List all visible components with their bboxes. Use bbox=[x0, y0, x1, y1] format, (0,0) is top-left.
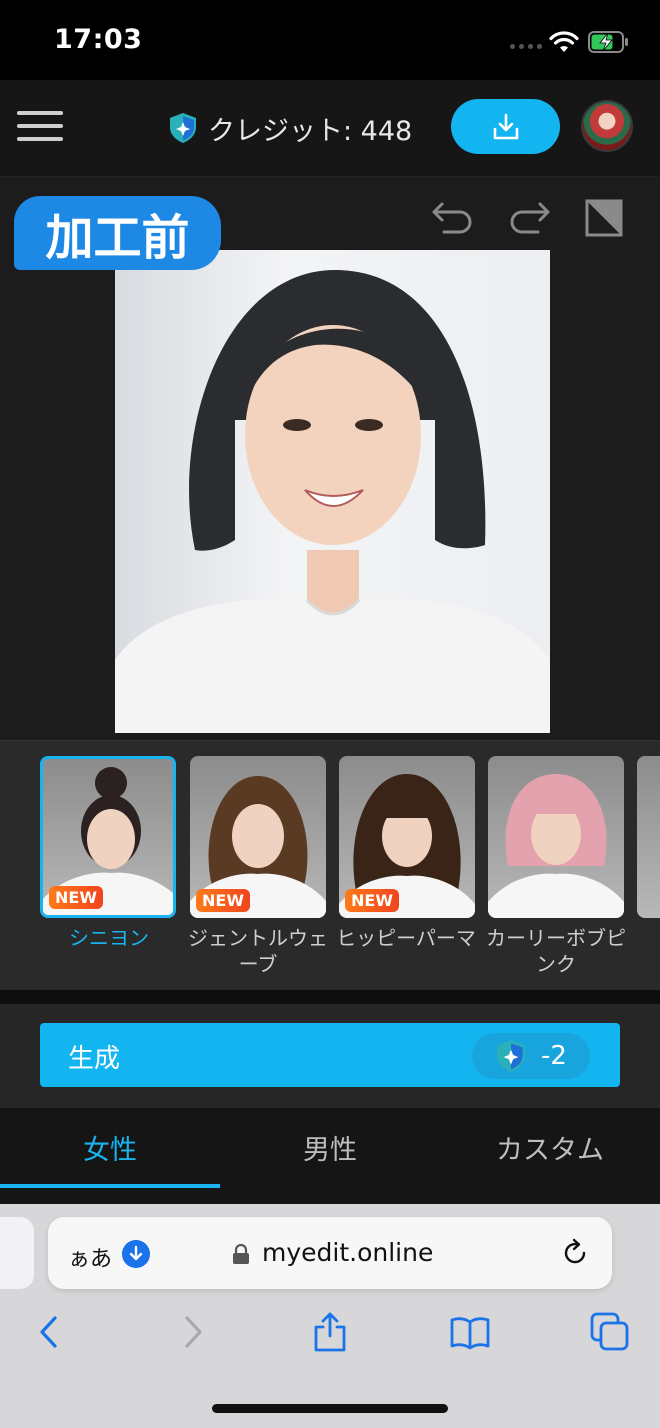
reload-icon[interactable] bbox=[560, 1238, 590, 1268]
status-time: 17:03 bbox=[54, 24, 143, 55]
style-label: ジェントルウェーブ bbox=[188, 926, 328, 976]
style-card-curly-bob-pink[interactable] bbox=[488, 756, 624, 918]
credit-cost-pill: -2 bbox=[472, 1033, 590, 1079]
home-indicator bbox=[212, 1404, 448, 1413]
new-badge: NEW bbox=[345, 889, 399, 912]
lock-icon bbox=[233, 1243, 249, 1264]
style-card-chignon[interactable]: NEW bbox=[40, 756, 176, 918]
generate-label: 生成 bbox=[68, 1044, 121, 1074]
credit-display[interactable]: クレジット: 448 bbox=[168, 110, 413, 147]
download-icon bbox=[493, 113, 518, 139]
page-settings-button[interactable]: ぁあ bbox=[68, 1241, 112, 1273]
download-indicator-icon[interactable] bbox=[122, 1240, 150, 1268]
avatar[interactable] bbox=[581, 100, 633, 152]
style-card-partial[interactable] bbox=[637, 756, 660, 918]
forward-icon[interactable] bbox=[172, 1312, 212, 1352]
before-badge: 加工前 bbox=[14, 196, 221, 270]
wifi-icon bbox=[549, 31, 579, 52]
bookmarks-icon[interactable] bbox=[450, 1312, 490, 1352]
previous-tab-preview[interactable] bbox=[0, 1217, 34, 1289]
shield-sparkle-icon bbox=[497, 1040, 525, 1072]
credit-label: クレジット: 448 bbox=[208, 115, 413, 147]
battery-charging-icon bbox=[588, 31, 628, 53]
tab-custom[interactable]: カスタム bbox=[440, 1128, 660, 1167]
style-thumbnail bbox=[488, 774, 624, 918]
style-label: ヒッピーパーマ bbox=[336, 926, 476, 950]
tab-male[interactable]: 男性 bbox=[220, 1128, 440, 1167]
tab-female[interactable]: 女性 bbox=[0, 1128, 220, 1167]
hamburger-icon[interactable] bbox=[17, 111, 65, 145]
undo-icon[interactable] bbox=[430, 196, 476, 240]
new-badge: NEW bbox=[196, 889, 250, 912]
shield-sparkle-icon bbox=[170, 113, 196, 143]
credit-cost: -2 bbox=[541, 1041, 567, 1071]
cellular-signal-icon bbox=[510, 44, 542, 50]
share-icon[interactable] bbox=[310, 1312, 350, 1352]
new-badge: NEW bbox=[49, 886, 103, 909]
portrait-photo bbox=[115, 250, 550, 733]
url-text: myedit.online bbox=[262, 1238, 434, 1267]
section-divider bbox=[0, 990, 660, 1004]
style-label: カーリーボブピンク bbox=[486, 926, 626, 976]
back-icon[interactable] bbox=[30, 1312, 70, 1352]
download-button[interactable] bbox=[451, 99, 560, 154]
tabs-icon[interactable] bbox=[590, 1312, 630, 1352]
compare-icon[interactable] bbox=[582, 196, 628, 240]
style-label: シニヨン bbox=[69, 926, 149, 950]
redo-icon[interactable] bbox=[506, 196, 552, 240]
tab-indicator bbox=[0, 1184, 220, 1188]
style-card-gentle-wave[interactable]: NEW bbox=[190, 756, 326, 918]
style-card-hippie-perm[interactable]: NEW bbox=[339, 756, 475, 918]
